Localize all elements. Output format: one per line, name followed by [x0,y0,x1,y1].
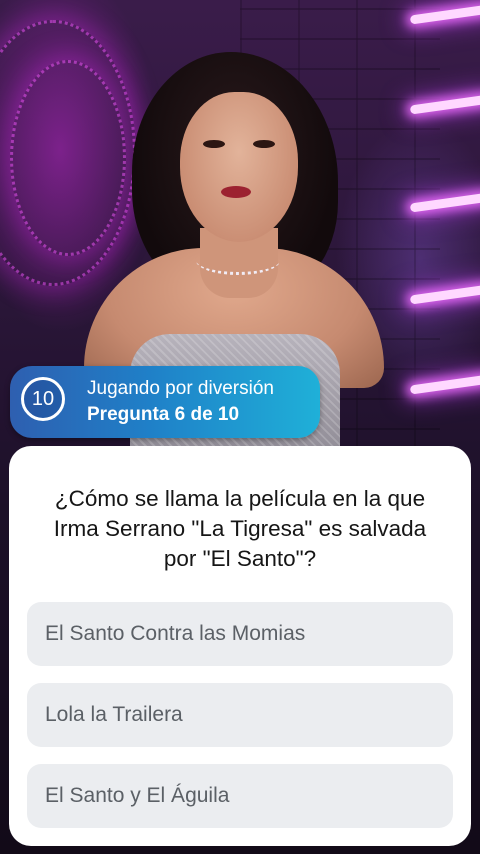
timer-value: 10 [31,387,55,410]
game-mode-label: Jugando por diversión [87,378,274,399]
presenter-necklace [196,246,280,275]
quiz-screen: 10 Jugando por diversión Pregunta 6 de 1… [0,0,480,854]
answer-option-2[interactable]: Lola la Trailera [27,683,453,747]
presenter-eye [253,140,275,148]
answer-option-3[interactable]: El Santo y El Águila [27,764,453,828]
answer-option-1[interactable]: El Santo Contra las Momias [27,602,453,666]
countdown-timer: 10 [21,377,65,421]
presenter-eye [203,140,225,148]
stage-light-decoration [10,60,126,256]
question-text: ¿Cómo se llama la película en la que Irm… [53,486,427,571]
presenter-lips [221,186,251,198]
question-progress-label: Pregunta 6 de 10 [87,404,240,425]
presenter-face [180,92,298,242]
